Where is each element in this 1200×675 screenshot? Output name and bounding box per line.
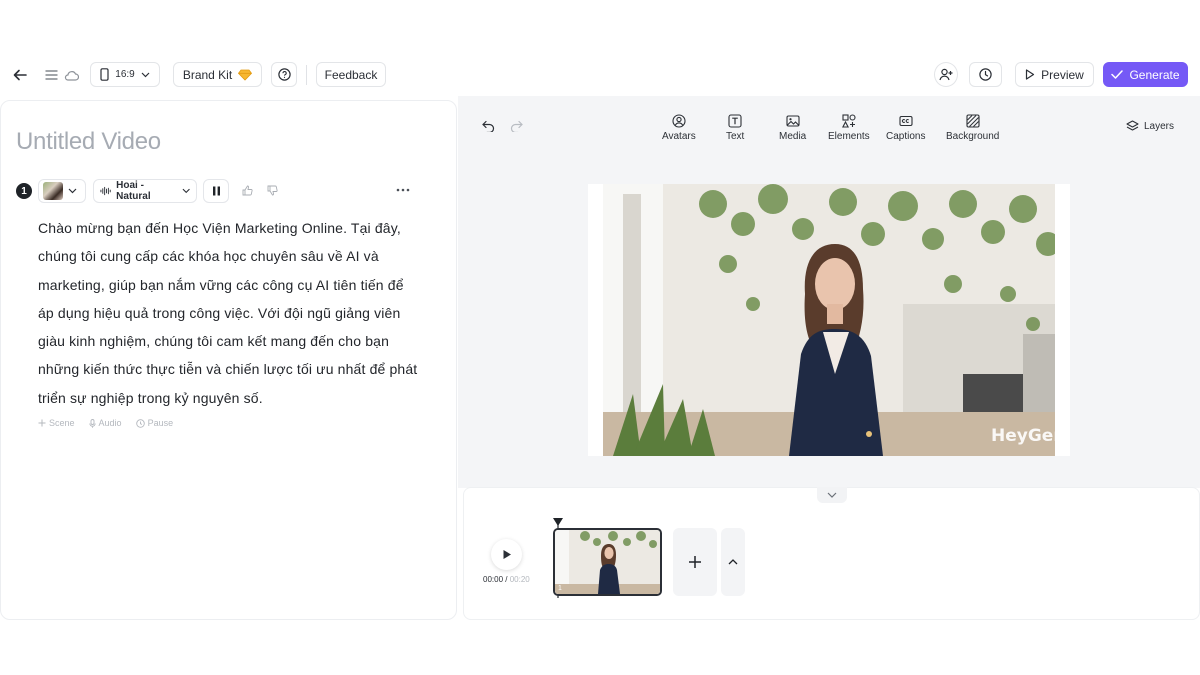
aspect-ratio-select[interactable]: 16:9 bbox=[90, 62, 160, 87]
brand-kit-button[interactable]: Brand Kit bbox=[173, 62, 262, 87]
cloud-icon bbox=[64, 70, 79, 81]
question-icon bbox=[277, 68, 291, 81]
image-icon bbox=[786, 115, 800, 127]
watermark-text: HeyGen bbox=[991, 426, 1055, 446]
invite-collaborator-button[interactable] bbox=[934, 62, 958, 87]
play-icon bbox=[503, 550, 511, 559]
chevron-down-icon bbox=[141, 72, 150, 77]
tool-media[interactable]: Media bbox=[779, 114, 806, 142]
elements-icon bbox=[841, 114, 856, 128]
tool-text-label: Text bbox=[726, 131, 745, 142]
background-icon bbox=[966, 114, 980, 128]
clock-icon bbox=[979, 68, 992, 81]
clip-index: 1 bbox=[558, 585, 562, 592]
tool-elements[interactable]: Elements bbox=[828, 114, 870, 142]
undo-button[interactable] bbox=[479, 118, 497, 134]
tool-background[interactable]: Background bbox=[946, 114, 999, 142]
undo-icon bbox=[481, 120, 494, 132]
add-scene-label: Scene bbox=[49, 418, 75, 428]
menu-button[interactable] bbox=[43, 66, 59, 84]
tool-media-label: Media bbox=[779, 131, 807, 142]
chevron-down-icon bbox=[827, 492, 837, 498]
plus-icon bbox=[38, 419, 46, 427]
voice-select[interactable]: Hoai - Natural bbox=[93, 179, 197, 203]
scene-options-button[interactable] bbox=[721, 528, 745, 596]
add-pause-label: Pause bbox=[147, 418, 174, 428]
feedback-label: Feedback bbox=[324, 67, 378, 82]
waveform-icon bbox=[100, 186, 111, 196]
check-icon bbox=[1111, 70, 1124, 79]
pause-clock-icon bbox=[135, 418, 145, 428]
back-button[interactable] bbox=[10, 65, 30, 85]
layers-icon bbox=[1126, 120, 1139, 131]
hamburger-icon bbox=[44, 70, 58, 80]
diamond-icon bbox=[238, 69, 253, 81]
tool-captions-label: Captions bbox=[886, 131, 926, 142]
history-button[interactable] bbox=[969, 62, 1002, 87]
play-button[interactable] bbox=[491, 539, 522, 570]
aspect-ratio-value: 16:9 bbox=[115, 69, 135, 80]
avatar-select[interactable] bbox=[38, 179, 86, 203]
generate-label: Generate bbox=[1129, 67, 1180, 82]
text-icon bbox=[728, 114, 742, 128]
add-audio-action[interactable]: Audio bbox=[88, 418, 122, 428]
thumbs-down-button[interactable] bbox=[265, 183, 279, 197]
toolbar-divider bbox=[306, 65, 307, 85]
avatar-scene-image: HeyGen bbox=[603, 184, 1055, 456]
add-pause-action[interactable]: Pause bbox=[135, 418, 174, 428]
cloud-save-status bbox=[62, 66, 80, 84]
add-scene-action[interactable]: Scene bbox=[38, 418, 75, 428]
play-outline-icon bbox=[1026, 69, 1035, 80]
scene-clip-thumbnail bbox=[555, 530, 660, 594]
script-text[interactable]: Chào mừng bạn đến Học Viện Marketing Onl… bbox=[38, 214, 418, 412]
add-audio-label: Audio bbox=[98, 418, 122, 428]
chevron-down-icon bbox=[68, 188, 77, 194]
chevron-down-icon bbox=[182, 188, 190, 194]
phone-icon bbox=[100, 68, 109, 81]
help-button[interactable] bbox=[271, 62, 297, 87]
arrow-left-icon bbox=[13, 69, 27, 81]
tool-text[interactable]: Text bbox=[726, 114, 744, 142]
voice-label: Hoai - Natural bbox=[116, 180, 151, 202]
avatar-icon bbox=[672, 114, 686, 128]
preview-button[interactable]: Preview bbox=[1015, 62, 1094, 87]
current-time: 00:00 bbox=[483, 575, 504, 584]
preview-label: Preview bbox=[1041, 67, 1084, 82]
tool-background-label: Background bbox=[946, 131, 1000, 142]
avatar-thumbnail bbox=[43, 182, 63, 200]
timecode: 00:00 / 00:20 bbox=[483, 575, 530, 584]
microphone-icon bbox=[88, 418, 96, 428]
tool-avatars[interactable]: Avatars bbox=[662, 114, 696, 142]
generate-button[interactable]: Generate bbox=[1103, 62, 1188, 87]
thumbs-down-icon bbox=[267, 185, 278, 195]
thumbs-up-button[interactable] bbox=[240, 183, 254, 197]
pause-voice-button[interactable] bbox=[203, 179, 229, 203]
brand-kit-label: Brand Kit bbox=[182, 67, 233, 82]
thumbs-up-icon bbox=[242, 185, 253, 195]
video-preview[interactable]: HeyGen bbox=[603, 184, 1055, 456]
scene-actions: Scene Audio Pause bbox=[38, 418, 173, 428]
collapse-timeline-button[interactable] bbox=[817, 487, 847, 503]
chevron-up-icon bbox=[728, 559, 738, 565]
layers-label: Layers bbox=[1144, 120, 1175, 132]
scene-number-badge: 1 bbox=[16, 183, 32, 199]
feedback-button[interactable]: Feedback bbox=[316, 62, 386, 87]
redo-icon bbox=[510, 120, 523, 132]
scene-clip[interactable]: 1 bbox=[553, 528, 662, 596]
scene-more-button[interactable] bbox=[394, 183, 412, 197]
pause-icon bbox=[212, 186, 220, 196]
user-plus-icon bbox=[939, 68, 953, 81]
tool-avatars-label: Avatars bbox=[662, 131, 696, 142]
captions-icon bbox=[899, 115, 913, 127]
video-title[interactable]: Untitled Video bbox=[16, 128, 161, 156]
tool-elements-label: Elements bbox=[828, 131, 870, 142]
layers-button[interactable]: Layers bbox=[1126, 118, 1174, 134]
total-time: 00:20 bbox=[509, 575, 530, 584]
add-scene-button[interactable] bbox=[673, 528, 717, 596]
redo-button[interactable] bbox=[507, 118, 525, 134]
app-root: 16:9 Brand Kit Feedback Preview Generate… bbox=[0, 0, 1200, 675]
plus-icon bbox=[689, 556, 701, 568]
more-horizontal-icon bbox=[396, 188, 410, 192]
tool-captions[interactable]: Captions bbox=[886, 114, 925, 142]
